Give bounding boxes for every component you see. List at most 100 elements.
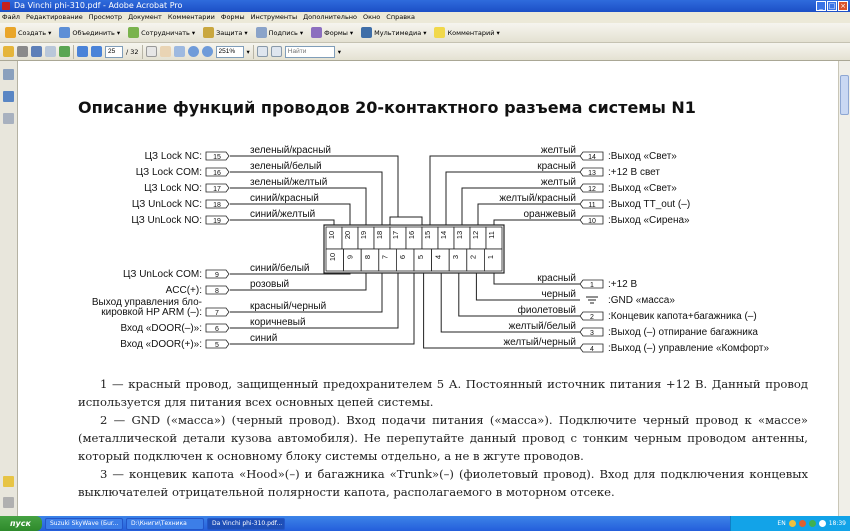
wire-color-right: оранжевый (523, 209, 576, 220)
pin-label-right: :GND «масса» (608, 295, 675, 306)
bookmarks-panel-icon[interactable] (3, 91, 14, 102)
zoom-tool-icon[interactable] (173, 46, 185, 57)
print-icon[interactable] (17, 46, 28, 57)
multimedia-button[interactable]: Мультимедиа ▾ (359, 25, 428, 41)
comment-button[interactable]: Комментарий ▾ (432, 25, 501, 41)
task-toolbar: Создать ▾ Объединить ▾ Сотрудничать ▾ За… (0, 23, 850, 43)
page-number-input[interactable] (105, 45, 123, 58)
page-total: / 32 (126, 47, 139, 56)
pages-panel-icon[interactable] (3, 69, 14, 80)
connector-pin-top: 12 (471, 231, 480, 239)
pin-label-left: ACC(+): (166, 285, 202, 296)
connector-pin-top: 18 (375, 231, 384, 239)
clock: 18:39 (828, 520, 846, 527)
pin-label-left: ЦЗ Lock COM: (136, 167, 202, 178)
scrollbar-thumb[interactable] (840, 75, 849, 115)
zoom-in-icon[interactable] (201, 46, 213, 57)
wire-color-right: фиолетовый (518, 304, 576, 316)
pin-label-left: ЦЗ Lock NO: (144, 183, 202, 194)
fit-width-icon[interactable] (270, 46, 282, 57)
pin-label-right: :Выход (–) отпирание багажника (608, 326, 758, 338)
find-input[interactable] (284, 45, 335, 58)
connector-latch (389, 216, 423, 226)
signatures-panel-icon[interactable] (3, 113, 14, 124)
secure-button[interactable]: Защита ▾ (201, 25, 250, 41)
minimize-button[interactable]: _ (816, 1, 826, 11)
pin-label-right: :Концевик капота+багажника (–) (608, 310, 757, 322)
menu-forms[interactable]: Формы (221, 12, 245, 23)
menu-comments[interactable]: Комментарии (168, 12, 215, 23)
menu-view[interactable]: Просмотр (89, 12, 122, 23)
pin-number-right: 13 (588, 170, 596, 177)
pin-number-right: 2 (590, 314, 594, 321)
start-button[interactable]: пуск (0, 516, 42, 531)
window-title: Da Vinchi phi-310.pdf - Adobe Acrobat Pr… (14, 1, 183, 10)
zoom-level-input[interactable] (215, 45, 244, 58)
sign-button[interactable]: Подпись ▾ (254, 25, 306, 41)
pin-label-right: :Выход TT_out (–) (608, 199, 690, 210)
menu-tools[interactable]: Инструменты (251, 12, 298, 23)
combine-button[interactable]: Объединить ▾ (57, 25, 122, 41)
connector-pin-top: 10 (327, 231, 336, 239)
menu-help[interactable]: Справка (386, 12, 415, 23)
language-indicator[interactable]: EN (777, 520, 785, 527)
comments-panel-icon[interactable] (3, 476, 14, 487)
pin-label-right: :Выход «Свет» (608, 183, 677, 194)
create-button[interactable]: Создать ▾ (3, 25, 53, 41)
wire-color-left: зеленый/белый (250, 160, 322, 172)
wire-color-left: синий/белый (250, 262, 310, 274)
tray-icon[interactable] (798, 520, 806, 527)
connector-pin-top: 14 (439, 231, 448, 239)
save-icon[interactable] (31, 46, 42, 57)
connector-pin-bottom: 1 (486, 255, 495, 259)
menu-file[interactable]: Файл (2, 12, 20, 23)
attachments-panel-icon[interactable] (3, 497, 14, 508)
forms-button[interactable]: Формы ▾ (309, 25, 355, 41)
collaborate-icon (128, 27, 140, 38)
open-icon[interactable] (3, 46, 14, 57)
tray-icon[interactable] (808, 520, 816, 527)
menu-window[interactable]: Окно (363, 12, 380, 23)
pin-number-right: 11 (588, 202, 595, 209)
title-bar: Da Vinchi phi-310.pdf - Adobe Acrobat Pr… (0, 0, 850, 12)
zoom-dropdown-icon[interactable]: ▾ (247, 48, 250, 56)
pin-label-left: кировкой HP ARM (–): (101, 307, 202, 318)
task-suzuki[interactable]: Suzuki SkyWave (Бur... (45, 517, 123, 530)
task-folder[interactable]: D:\Книги\Техника (126, 517, 204, 530)
menu-advanced[interactable]: Дополнительно (303, 12, 357, 23)
tray-icon[interactable] (788, 520, 796, 527)
pin-number-left: 5 (215, 342, 219, 349)
connector-pin-bottom: 8 (363, 255, 372, 259)
fit-page-icon[interactable] (256, 46, 268, 57)
share-icon[interactable] (59, 46, 70, 57)
prev-page-icon[interactable] (77, 46, 88, 57)
close-button[interactable]: × (838, 1, 848, 11)
find-dropdown-icon[interactable]: ▾ (338, 48, 341, 56)
hand-tool-icon[interactable] (159, 46, 171, 57)
wire-right-top (493, 219, 580, 225)
menu-edit[interactable]: Редактирование (26, 12, 83, 23)
task-acrobat[interactable]: Da Vinchi phi-310.pdf... (207, 517, 285, 530)
tray-icon[interactable] (818, 520, 826, 527)
menu-document[interactable]: Документ (128, 12, 162, 23)
pin-number-right: 14 (588, 154, 596, 161)
comment-icon (434, 27, 446, 38)
email-icon[interactable] (45, 46, 56, 57)
zoom-out-icon[interactable] (187, 46, 199, 57)
connector-block: 10 20 19 18 17 16 15 14 13 12 11 10 9 8 7 6 5 4 3 2 1 (323, 216, 505, 274)
maximize-button[interactable]: □ (827, 1, 837, 11)
connector-pin-top: 17 (391, 231, 400, 239)
next-page-icon[interactable] (91, 46, 102, 57)
select-tool-icon[interactable] (145, 46, 157, 57)
pin-number-right: 12 (588, 186, 596, 193)
multimedia-icon (361, 27, 373, 38)
pin-number-left: 6 (215, 326, 219, 333)
separator (141, 44, 143, 59)
ground-symbol (586, 296, 598, 304)
pin-label-left: ЦЗ UnLock NC: (132, 199, 202, 210)
collaborate-button[interactable]: Сотрудничать ▾ (126, 25, 197, 41)
pen-icon (255, 27, 267, 38)
pin-label-right: :+12 В (608, 279, 638, 290)
vertical-scrollbar[interactable] (838, 61, 850, 516)
pin-number-right: 3 (590, 330, 594, 337)
